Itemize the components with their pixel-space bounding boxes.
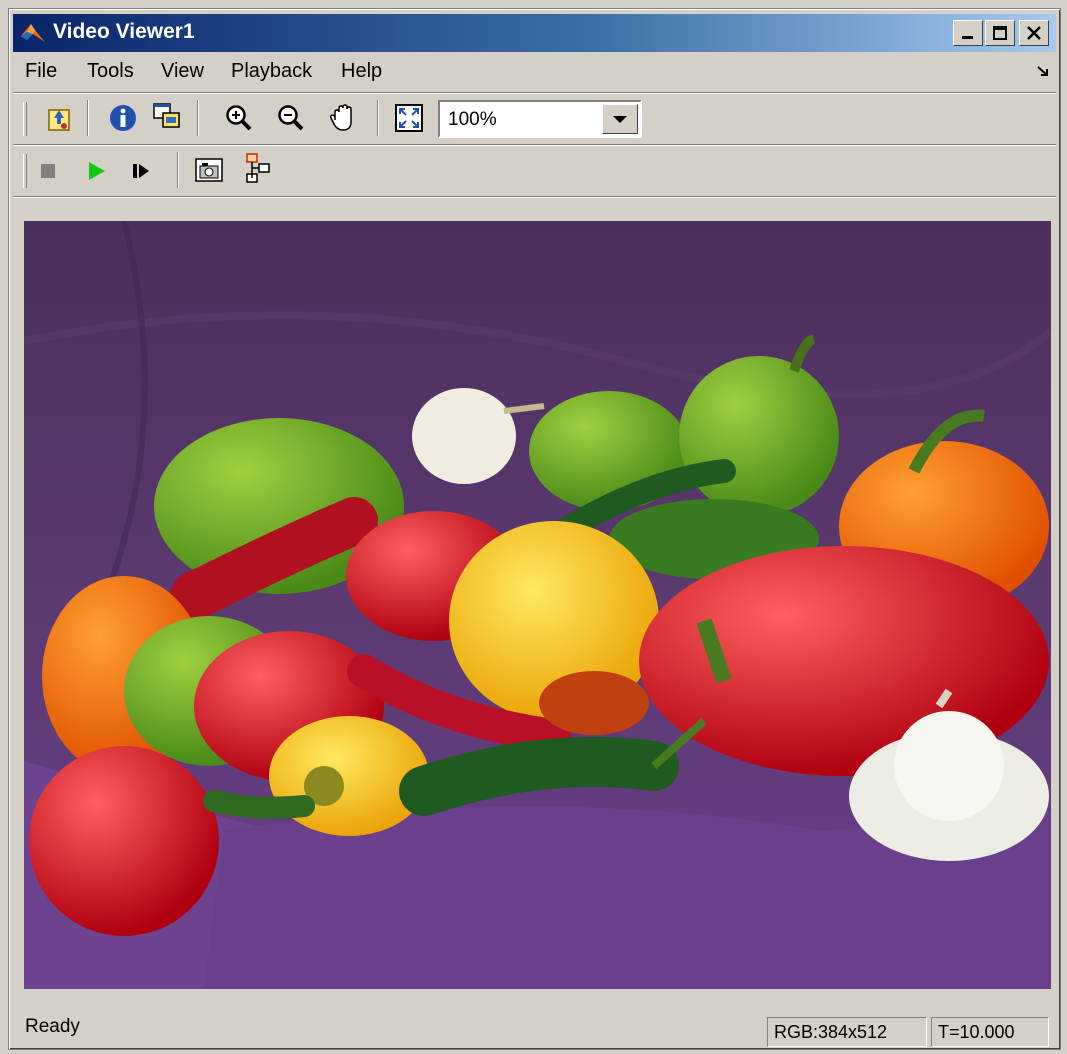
- zoom-in-button[interactable]: [223, 102, 255, 134]
- dock-arrow-icon[interactable]: [1036, 65, 1050, 77]
- fit-to-window-icon: [395, 104, 423, 132]
- toolbar-separator: [377, 100, 379, 136]
- zoom-combobox[interactable]: 100%: [438, 100, 642, 138]
- play-button[interactable]: [81, 156, 113, 188]
- window-title: Video Viewer1: [53, 20, 195, 43]
- toolbar-separator: [177, 152, 179, 188]
- close-button[interactable]: [1019, 20, 1049, 46]
- pan-button[interactable]: [327, 102, 359, 134]
- step-forward-icon: [133, 164, 149, 178]
- toolbar-bottom-line: [13, 196, 1056, 198]
- menu-tools[interactable]: Tools: [87, 60, 134, 83]
- snapshot-button[interactable]: [193, 156, 225, 188]
- title-bar[interactable]: Video Viewer1: [13, 14, 1056, 52]
- step-forward-button[interactable]: [127, 156, 159, 188]
- video-viewer-window: Video Viewer1 File Tools View Playback H…: [8, 8, 1061, 1050]
- fit-to-window-button[interactable]: [393, 102, 425, 134]
- zoom-dropdown-button[interactable]: [602, 104, 638, 134]
- menu-file[interactable]: File: [25, 60, 57, 83]
- minimize-icon: [962, 36, 973, 39]
- zoom-out-icon: [278, 105, 304, 131]
- menu-view[interactable]: View: [161, 60, 204, 83]
- status-dimensions: RGB:384x512: [767, 1017, 927, 1047]
- pan-hand-icon: [329, 104, 352, 131]
- new-source-button[interactable]: [43, 102, 75, 134]
- menu-bar: File Tools View Playback Help: [13, 55, 1056, 91]
- video-display[interactable]: [24, 221, 1051, 989]
- maximize-icon: [993, 26, 1007, 40]
- minimize-button[interactable]: [953, 20, 983, 46]
- main-toolbar: 100%: [13, 94, 1056, 142]
- toolbar-separator: [197, 100, 199, 136]
- info-icon: [110, 105, 136, 131]
- stop-icon: [41, 164, 55, 178]
- menu-playback[interactable]: Playback: [231, 60, 312, 83]
- stop-button[interactable]: [33, 156, 65, 188]
- export-icon: [246, 153, 270, 183]
- status-bar: Ready RGB:384x512 T=10.000: [13, 1007, 1056, 1047]
- export-button[interactable]: [243, 152, 275, 184]
- snapshot-icon: [195, 158, 223, 182]
- status-time: T=10.000: [931, 1017, 1049, 1047]
- peppers-image: [24, 221, 1051, 989]
- info-button[interactable]: [107, 102, 139, 134]
- copy-window-icon: [153, 103, 180, 128]
- new-source-icon: [48, 109, 70, 131]
- maximize-button[interactable]: [985, 20, 1015, 46]
- copy-window-button[interactable]: [151, 100, 183, 132]
- zoom-value: 100%: [448, 109, 497, 130]
- playback-toolbar: [13, 146, 1056, 194]
- zoom-in-icon: [226, 105, 252, 131]
- play-icon: [89, 162, 105, 180]
- zoom-out-button[interactable]: [275, 102, 307, 134]
- menu-help[interactable]: Help: [341, 60, 382, 83]
- close-icon: [1027, 26, 1041, 40]
- status-text: Ready: [25, 1016, 80, 1037]
- toolbar-grip: [23, 154, 27, 188]
- matlab-logo-icon: [21, 24, 45, 42]
- chevron-down-icon: [613, 116, 627, 123]
- toolbar-separator: [87, 100, 89, 136]
- toolbar-grip: [23, 102, 27, 136]
